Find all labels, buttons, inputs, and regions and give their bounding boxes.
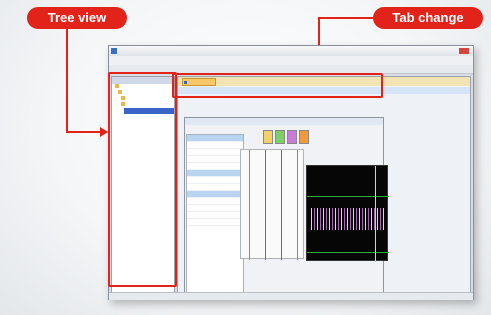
app-icon [111, 48, 117, 54]
scope-gridline [307, 252, 389, 253]
inner-editor-titlebar [185, 118, 383, 125]
property-row[interactable] [187, 156, 243, 163]
color-swatch[interactable] [287, 130, 297, 144]
window-titlebar [109, 46, 473, 56]
property-group-header [187, 135, 243, 142]
main-area [177, 76, 471, 297]
tab-change-highlight [172, 73, 383, 98]
status-bar [109, 292, 473, 300]
channel-line [297, 150, 298, 260]
property-row[interactable] [187, 198, 243, 205]
menu-bar[interactable] [109, 56, 473, 65]
property-row[interactable] [187, 163, 243, 170]
tab-change-callout: Tab change [373, 7, 483, 29]
tree-view-highlight [108, 72, 177, 287]
property-list[interactable] [186, 134, 244, 294]
property-row[interactable] [187, 142, 243, 149]
tree-view-callout: Tree view [27, 7, 127, 29]
scope-gridline [307, 196, 389, 197]
property-group-header [187, 191, 243, 198]
close-icon[interactable] [459, 48, 469, 54]
channel-line [265, 150, 266, 260]
color-swatch[interactable] [263, 130, 273, 144]
property-row[interactable] [187, 205, 243, 212]
property-group-header [187, 170, 243, 177]
color-swatch[interactable] [275, 130, 285, 144]
tree-view-arrow-line [66, 131, 102, 133]
channel-line [281, 150, 282, 260]
tree-view-arrow-line [66, 29, 68, 132]
channel-line [249, 150, 250, 260]
property-row[interactable] [187, 184, 243, 191]
tab-change-arrow-line [318, 17, 375, 19]
property-row[interactable] [187, 212, 243, 219]
property-row[interactable] [187, 177, 243, 184]
property-row[interactable] [187, 149, 243, 156]
property-row[interactable] [187, 219, 243, 226]
scope-display[interactable] [306, 165, 389, 262]
color-swatch[interactable] [299, 130, 309, 144]
tree-view-arrow-head [100, 127, 108, 137]
signal-channel-area[interactable] [240, 149, 304, 260]
waveform-band [311, 208, 385, 230]
